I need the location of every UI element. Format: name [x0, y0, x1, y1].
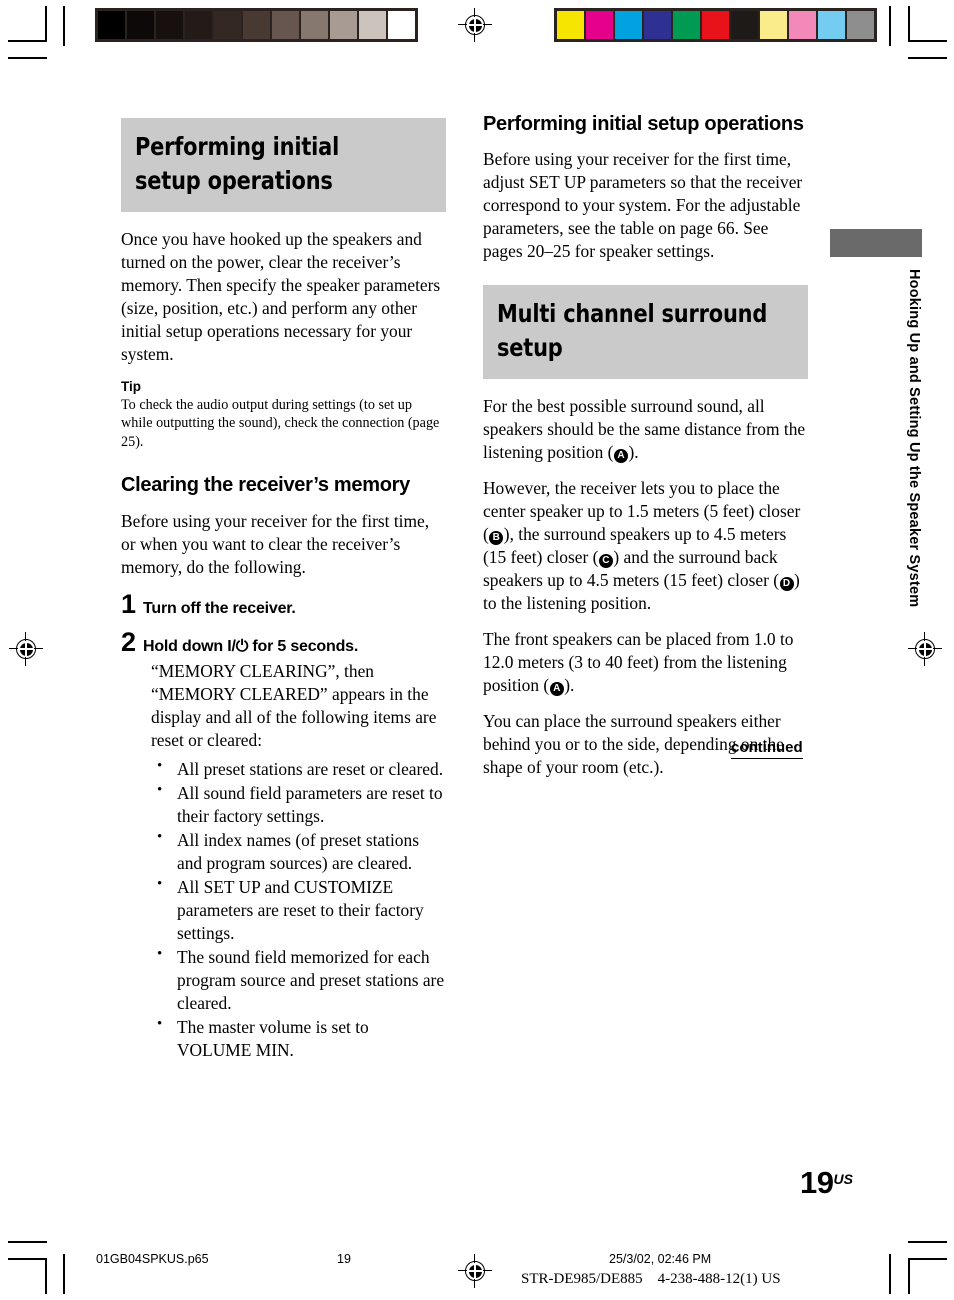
chapter-side-tab: Hooking Up and Setting Up the Speaker Sy…	[830, 229, 922, 607]
grayscale-swatch	[388, 11, 415, 39]
grayscale-swatch	[359, 11, 386, 39]
step-2-title-suffix: for 5 seconds.	[248, 638, 359, 656]
color-swatch	[586, 11, 613, 39]
list-item: The master volume is set to VOLUME MIN.	[151, 1015, 446, 1062]
color-swatch	[644, 11, 671, 39]
registration-mark-bottom-center	[458, 1254, 492, 1288]
surround-p1-text-b: ).	[628, 442, 639, 463]
list-item: All preset stations are reset or cleared…	[151, 757, 446, 781]
right-text-column: Performing initial setup operations Befo…	[483, 112, 808, 779]
color-swatch	[789, 11, 816, 39]
page-number-suffix: US	[833, 1171, 853, 1187]
color-swatch	[847, 11, 874, 39]
surround-paragraph-2: However, the receiver lets you to place …	[483, 477, 808, 615]
grayscale-swatch	[243, 11, 270, 39]
crop-mark-bottom-left-horizontal	[8, 1258, 47, 1260]
grayscale-swatch	[214, 11, 241, 39]
subsection-heading-clearing-memory: Clearing the receiver’s memory	[121, 474, 410, 497]
step-2-title-prefix: Hold down	[143, 638, 228, 656]
tip-label: Tip	[121, 378, 141, 394]
color-swatch	[760, 11, 787, 39]
crop-mark-top-right-vertical	[908, 6, 910, 42]
crop-mark-top-right-bleed	[908, 57, 947, 59]
grayscale-swatch	[301, 11, 328, 39]
print-page: Performing initial setup operations Once…	[0, 0, 954, 1300]
crop-mark-top-right-horizontal	[908, 40, 947, 42]
marker-c-icon: C	[598, 554, 613, 569]
crop-mark-bottom-right-trim	[889, 1254, 891, 1294]
marker-a-icon: A	[613, 449, 628, 464]
grayscale-swatch	[127, 11, 154, 39]
color-swatch	[818, 11, 845, 39]
registration-mark-top-center	[458, 8, 492, 42]
step-2: 2 Hold down I/⏻ for 5 seconds.	[121, 629, 446, 657]
page-title: Performing initial setup operations	[135, 132, 340, 195]
section-heading-band-right: Multi channel surround setup	[483, 285, 808, 380]
grayscale-calibration-bar	[95, 8, 418, 42]
intro-paragraph: Once you have hooked up the speakers and…	[121, 229, 441, 364]
reset-items-list: All preset stations are reset or cleared…	[151, 757, 446, 1062]
list-item: The sound field memorized for each progr…	[151, 945, 446, 1015]
print-footer-timestamp: 25/3/02, 02:46 PM	[609, 1252, 712, 1266]
subsection-intro-paragraph: Before using your receiver for the first…	[121, 510, 430, 577]
list-item: All SET UP and CUSTOMIZE parameters are …	[151, 875, 446, 945]
list-item: All index names (of preset stations and …	[151, 828, 446, 875]
crop-mark-bottom-left-trim	[63, 1254, 65, 1294]
list-item: All sound field parameters are reset to …	[151, 781, 446, 828]
registration-mark-right-middle	[908, 632, 942, 666]
right-section-heading: Performing initial setup operations	[483, 113, 804, 135]
grayscale-swatch	[272, 11, 299, 39]
color-swatch	[557, 11, 584, 39]
page-number-value: 19	[800, 1165, 834, 1200]
crop-mark-top-left-trim	[63, 6, 65, 46]
crop-mark-bottom-right-bleed	[908, 1241, 947, 1243]
crop-mark-bottom-right-vertical	[908, 1258, 910, 1294]
surround-p3-text-b: ).	[564, 674, 575, 695]
color-swatch	[702, 11, 729, 39]
color-calibration-bar	[554, 8, 877, 42]
print-footer-page: 19	[337, 1252, 351, 1266]
crop-mark-bottom-left-vertical	[45, 1258, 47, 1294]
step-1-title: Turn off the receiver.	[143, 600, 296, 618]
crop-mark-top-right-trim	[889, 6, 891, 46]
crop-mark-bottom-right-horizontal	[908, 1258, 947, 1260]
color-swatch	[731, 11, 758, 39]
marker-a-icon-2: A	[549, 681, 564, 696]
surround-p1-text-a: For the best possible surround sound, al…	[483, 396, 806, 463]
crop-mark-top-left-bleed	[8, 57, 47, 59]
crop-mark-bottom-left-bleed	[8, 1241, 47, 1243]
grayscale-swatch	[98, 11, 125, 39]
right-intro-paragraph: Before using your receiver for the first…	[483, 149, 803, 262]
surround-paragraph-3: The front speakers can be placed from 1.…	[483, 628, 808, 697]
marker-b-icon: B	[489, 531, 504, 546]
left-text-column: Performing initial setup operations Once…	[121, 118, 446, 1063]
grayscale-swatch	[185, 11, 212, 39]
grayscale-swatch	[330, 11, 357, 39]
tip-paragraph: To check the audio output during setting…	[121, 396, 440, 450]
step-1: 1 Turn off the receiver.	[121, 591, 446, 619]
section-heading-band-left: Performing initial setup operations	[121, 118, 446, 212]
step-2-body: “MEMORY CLEARING”, then “MEMORY CLEARED”…	[151, 661, 437, 751]
color-swatch	[615, 11, 642, 39]
crop-mark-top-left-horizontal	[8, 40, 47, 42]
power-symbol-icon: I/⏻	[227, 638, 249, 656]
step-1-number: 1	[121, 589, 137, 620]
surround-p3-text-a: The front speakers can be placed from 1.…	[483, 628, 794, 695]
continued-label: continued	[731, 739, 803, 759]
step-2-title: Hold down I/⏻ for 5 seconds.	[143, 637, 358, 657]
page-number: 19US	[800, 1165, 853, 1201]
crop-mark-top-left-vertical	[45, 6, 47, 42]
step-2-number: 2	[121, 627, 137, 658]
side-tab-block	[830, 229, 922, 257]
surround-paragraph-1: For the best possible surround sound, al…	[483, 395, 808, 464]
marker-d-icon: D	[779, 577, 794, 592]
registration-mark-left-middle	[9, 632, 43, 666]
side-tab-label: Hooking Up and Setting Up the Speaker Sy…	[906, 269, 922, 608]
color-swatch	[673, 11, 700, 39]
grayscale-swatch	[156, 11, 183, 39]
print-footer-filename: 01GB04SPKUS.p65	[96, 1252, 209, 1266]
print-footer-model-line: STR-DE985/DE885 4-238-488-12(1) US	[521, 1271, 781, 1287]
multi-channel-surround-setup-title: Multi channel surround setup	[497, 299, 768, 363]
